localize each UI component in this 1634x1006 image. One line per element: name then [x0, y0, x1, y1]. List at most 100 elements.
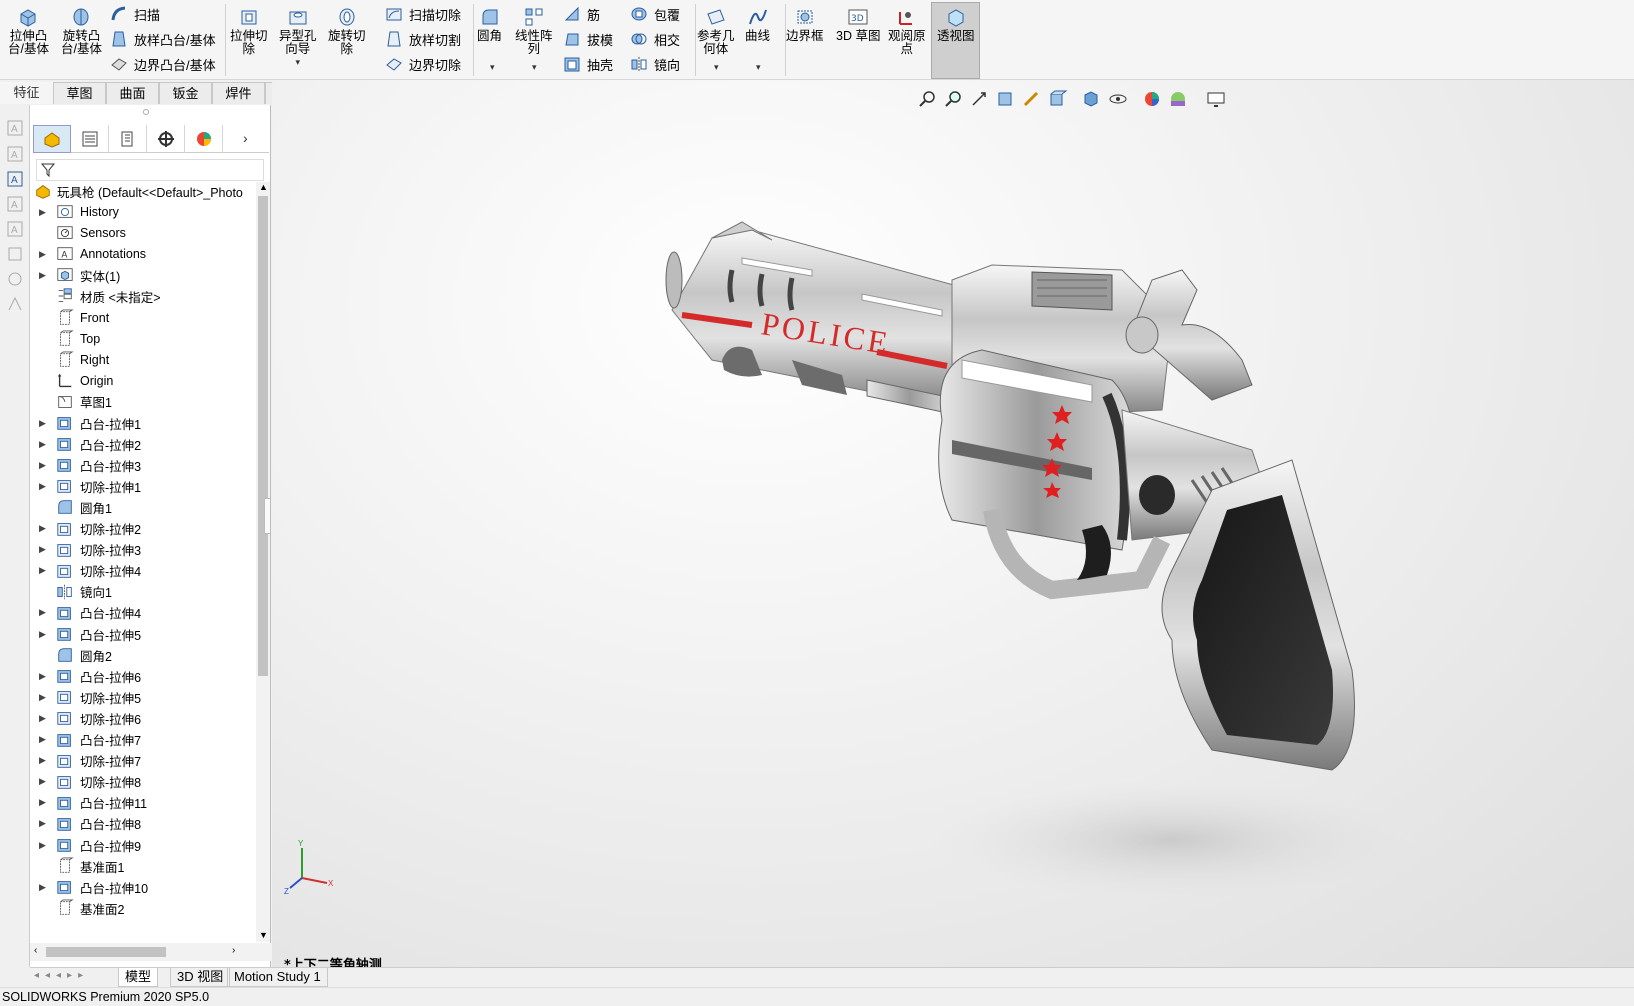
expand-arrow-icon[interactable]: ▶: [39, 481, 46, 492]
apply-scene-icon[interactable]: [1167, 89, 1189, 109]
tree-horizontal-scrollbar[interactable]: ‹ ›: [30, 943, 271, 961]
expand-arrow-icon[interactable]: ▶: [39, 523, 46, 534]
tab-item[interactable]: 草图: [53, 82, 106, 104]
rib-button[interactable]: 筋: [563, 3, 600, 25]
tree-item[interactable]: ▶ 切除-拉伸5: [30, 686, 258, 708]
zoom-to-area-icon[interactable]: [943, 89, 965, 109]
sketch-3d-button[interactable]: 3D 3D 草图: [836, 6, 880, 43]
curves-dropdown[interactable]: ▾: [756, 62, 761, 73]
graphics-area[interactable]: POLICE Y X Z *上下二等角轴测: [272, 80, 1634, 967]
tree-item[interactable]: ▶ 凸台-拉伸11: [30, 792, 258, 814]
tree-item[interactable]: ▶ 切除-拉伸7: [30, 750, 258, 772]
tab-motion-study[interactable]: Motion Study 1: [227, 968, 328, 987]
revolver-model[interactable]: POLICE: [652, 210, 1432, 930]
sweep-button[interactable]: 扫描: [110, 3, 160, 25]
tree-item[interactable]: ▶ 切除-拉伸3: [30, 539, 258, 561]
tree-item[interactable]: ▶ 凸台-拉伸6: [30, 665, 258, 687]
tree-item[interactable]: Top: [30, 328, 258, 350]
linear-pattern-dropdown[interactable]: ▾: [532, 62, 537, 73]
expand-arrow-icon[interactable]: ▶: [39, 629, 46, 640]
balloon-tool-icon[interactable]: A: [6, 220, 24, 238]
scroll-up-arrow[interactable]: ▲: [259, 182, 268, 192]
tree-item[interactable]: ▶ 切除-拉伸4: [30, 560, 258, 582]
edit-appearance-icon[interactable]: [1141, 89, 1163, 109]
tree-item[interactable]: ▶ 凸台-拉伸4: [30, 602, 258, 624]
tab-dimxpert-manager[interactable]: [147, 125, 185, 153]
tree-vertical-scrollbar[interactable]: ▲ ▼: [256, 182, 270, 942]
extrude-boss-button[interactable]: 拉伸凸 台/基体: [8, 6, 49, 56]
tree-root-part[interactable]: 玩具枪 (Default<<Default>_Photo: [30, 182, 258, 202]
fillet-dropdown[interactable]: ▾: [490, 62, 495, 73]
section-view-icon[interactable]: [995, 89, 1017, 109]
bounding-box-button[interactable]: 边界框: [786, 6, 824, 43]
tab-navigation-arrows[interactable]: ◂◂◂▸▸: [34, 970, 89, 981]
wrap-button[interactable]: 包覆: [630, 3, 680, 25]
expand-arrow-icon[interactable]: ▶: [39, 734, 46, 745]
expand-arrow-icon[interactable]: ▶: [39, 882, 46, 893]
dynamic-annotation-icon[interactable]: [1021, 89, 1043, 109]
view-origin-button[interactable]: 观阅原 点: [888, 6, 926, 56]
tree-item[interactable]: ▶ 切除-拉伸8: [30, 771, 258, 793]
expand-arrow-icon[interactable]: ▶: [39, 607, 46, 618]
hide-show-items-icon[interactable]: [1107, 89, 1129, 109]
tree-item[interactable]: Origin: [30, 370, 258, 392]
revolve-boss-button[interactable]: 旋转凸 台/基体: [61, 6, 102, 56]
previous-view-icon[interactable]: [969, 89, 991, 109]
tree-item[interactable]: ▶ History: [30, 201, 258, 223]
tree-item[interactable]: ▶ 凸台-拉伸3: [30, 454, 258, 476]
expand-arrow-icon[interactable]: ▶: [39, 439, 46, 450]
curves-button[interactable]: 曲线: [745, 6, 770, 43]
expand-arrow-icon[interactable]: ▶: [39, 692, 46, 703]
sweep-cut-button[interactable]: 扫描切除: [385, 3, 461, 25]
tab-feature-manager[interactable]: [33, 125, 71, 153]
tree-item[interactable]: 圆角2: [30, 644, 258, 666]
tree-item[interactable]: 草图1: [30, 391, 258, 413]
expand-arrow-icon[interactable]: ▶: [39, 460, 46, 471]
tree-item[interactable]: ▶ 凸台-拉伸1: [30, 412, 258, 434]
tree-item[interactable]: 镜向1: [30, 581, 258, 603]
expand-arrow-icon[interactable]: ▶: [39, 544, 46, 555]
boundary-boss-button[interactable]: 边界凸台/基体: [110, 53, 216, 75]
tree-item[interactable]: ▶ 切除-拉伸2: [30, 518, 258, 540]
expand-arrow-icon[interactable]: ▶: [39, 565, 46, 576]
annotation-tool-icon[interactable]: A: [6, 119, 24, 137]
tree-filter[interactable]: [36, 159, 264, 181]
tab-model[interactable]: 模型: [118, 968, 159, 987]
panel-tabs-more-arrow[interactable]: ›: [243, 130, 248, 146]
fillet-button[interactable]: 圆角: [477, 6, 502, 43]
linear-pattern-button[interactable]: 线性阵 列: [515, 6, 553, 56]
expand-arrow-icon[interactable]: ▶: [39, 818, 46, 829]
tree-item[interactable]: Sensors: [30, 222, 258, 244]
expand-arrow-icon[interactable]: ▶: [39, 776, 46, 787]
scroll-thumb[interactable]: [46, 947, 166, 957]
scroll-right-arrow[interactable]: ›: [232, 945, 235, 956]
view-orientation-icon[interactable]: [1047, 89, 1069, 109]
scroll-thumb[interactable]: [258, 196, 268, 676]
surface-finish-icon[interactable]: [6, 295, 24, 313]
tree-item[interactable]: ▶ 实体(1): [30, 264, 258, 286]
expand-arrow-icon[interactable]: ▶: [39, 249, 46, 260]
tree-item[interactable]: ▶ 凸台-拉伸10: [30, 876, 258, 898]
loft-cut-button[interactable]: 放样切割: [385, 28, 461, 50]
weld-tool-icon[interactable]: [6, 270, 24, 288]
scroll-left-arrow[interactable]: ‹: [34, 945, 37, 956]
expand-arrow-icon[interactable]: ▶: [39, 207, 46, 218]
transparent-view-button[interactable]: 透视图: [937, 6, 975, 43]
tree-item[interactable]: 基准面1: [30, 855, 258, 877]
expand-arrow-icon[interactable]: ▶: [39, 270, 46, 281]
tree-item[interactable]: 基准面2: [30, 897, 258, 919]
hole-wizard-button[interactable]: 异型孔 向导 ▾: [279, 6, 317, 69]
panel-grip[interactable]: [143, 109, 149, 115]
reference-geometry-dropdown[interactable]: ▾: [714, 62, 719, 73]
expand-arrow-icon[interactable]: ▶: [39, 840, 46, 851]
tree-item[interactable]: ▶ 切除-拉伸1: [30, 475, 258, 497]
loft-boss-button[interactable]: 放样凸台/基体: [110, 28, 216, 50]
tab-3d-views[interactable]: 3D 视图: [170, 968, 231, 987]
view-settings-icon[interactable]: [1205, 89, 1227, 109]
tab-item[interactable]: 焊件: [212, 82, 265, 104]
draft-button[interactable]: 拔模: [563, 28, 613, 50]
panel-collapse-handle[interactable]: [264, 498, 271, 534]
tree-item[interactable]: ▶ 凸台-拉伸7: [30, 729, 258, 751]
display-style-icon[interactable]: [1081, 89, 1103, 109]
mirror-button[interactable]: 镜向: [630, 53, 680, 75]
